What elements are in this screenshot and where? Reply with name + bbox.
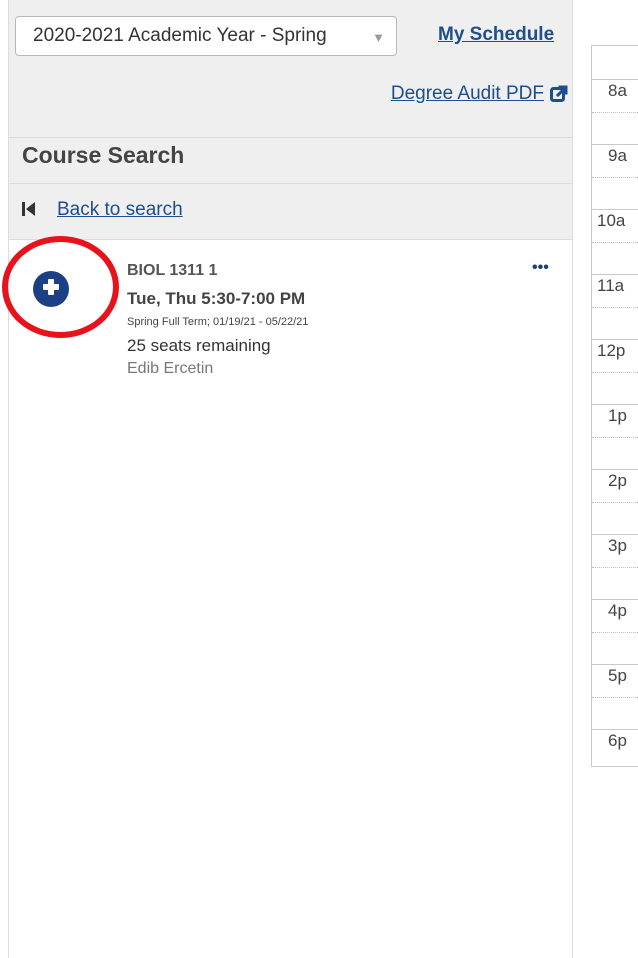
external-link-icon [550,85,568,103]
calendar-hour-label: 3p [608,536,627,555]
calendar-hour-slot[interactable]: 6p [592,730,638,766]
half-hour-divider [592,502,638,503]
calendar-hour-slot[interactable]: 3p [592,535,638,600]
half-hour-divider [592,697,638,698]
calendar-hour-label: 9a [608,146,627,165]
calendar-hour-slot[interactable]: 2p [592,470,638,535]
half-hour-divider [592,307,638,308]
term-select-value: 2020-2021 Academic Year - Spring [33,25,327,46]
calendar-hour-label: 1p [608,406,627,425]
course-search-title: Course Search [22,142,185,168]
half-hour-divider [592,177,638,178]
calendar-hour-slot[interactable]: 4p [592,600,638,665]
plus-icon [41,277,61,302]
half-hour-divider [592,242,638,243]
calendar-hour-label: 6p [608,731,627,750]
calendar-hour-slot[interactable]: 9a [592,145,638,210]
caret-down-icon: ▼ [372,30,385,45]
schedule-calendar: 8a 9a 10a 11a 12p 1p 2p 3p 4p 5p 6p [591,45,638,767]
course-time: Tue, Thu 5:30-7:00 PM [127,289,306,308]
calendar-hour-label: 12p [597,341,626,360]
calendar-hour-label: 11a [597,276,625,295]
calendar-hour-slot[interactable]: 10a [592,210,638,275]
half-hour-divider [592,632,638,633]
calendar-hour-label: 8a [608,81,627,100]
calendar-hour-slot[interactable]: 8a [592,80,638,145]
skip-back-icon[interactable] [21,200,37,223]
half-hour-divider [592,112,638,113]
calendar-hour-label: 2p [608,471,627,490]
half-hour-divider [592,567,638,568]
course-seats: 25 seats remaining [127,336,271,355]
calendar-hour-label: 10a [597,211,626,230]
calendar-hour-slot[interactable]: 5p [592,665,638,730]
calendar-hour-slot[interactable]: 12p [592,340,638,405]
course-term: Spring Full Term; 01/19/21 - 05/22/21 [127,316,309,328]
more-options-button[interactable]: ••• [532,259,549,277]
course-instructor: Edib Ercetin [127,360,214,377]
calendar-header-row [592,46,638,80]
calendar-hour-slot[interactable]: 1p [592,405,638,470]
degree-audit-link[interactable]: Degree Audit PDF [391,83,568,105]
term-toolbar: 2020-2021 Academic Year - Spring ▼ My Sc… [9,0,572,138]
calendar-hour-slot[interactable]: 11a [592,275,638,340]
calendar-hour-label: 4p [608,601,627,620]
course-code: BIOL 1311 1 [127,262,218,279]
course-search-panel: 2020-2021 Academic Year - Spring ▼ My Sc… [2,0,573,958]
calendar-hour-label: 5p [608,666,627,685]
degree-audit-label: Degree Audit PDF [390,83,544,104]
add-course-button[interactable] [33,271,69,307]
term-select[interactable]: 2020-2021 Academic Year - Spring ▼ [15,16,397,56]
my-schedule-link[interactable]: My Schedule [438,24,554,46]
half-hour-divider [592,437,638,438]
back-to-search-link[interactable]: Back to search [57,199,183,221]
half-hour-divider [592,372,638,373]
